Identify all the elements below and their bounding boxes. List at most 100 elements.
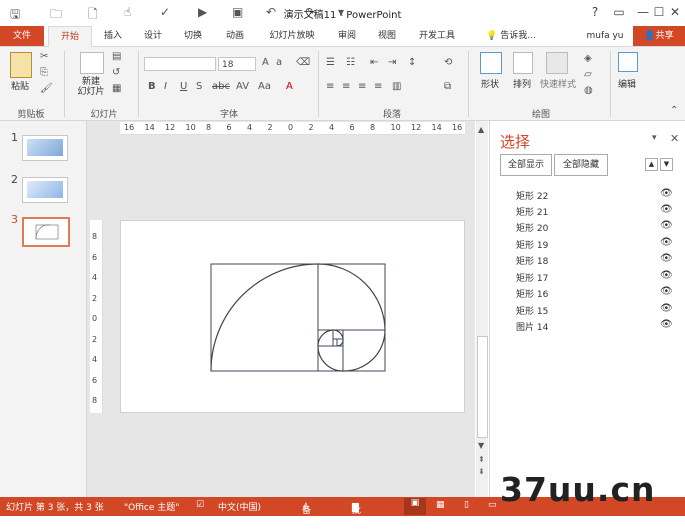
thumbnail-slide-3[interactable]	[22, 217, 70, 247]
visibility-eye-icon[interactable]: 👁	[660, 188, 673, 199]
change-case-button[interactable]: Aa	[258, 81, 271, 92]
italic-button[interactable]: I	[164, 81, 167, 92]
grow-font-icon[interactable]: A	[262, 57, 269, 68]
list-item[interactable]: 矩形 19 👁	[490, 236, 685, 252]
next-slide-icon[interactable]: ⇟	[478, 467, 485, 476]
tab-developer[interactable]: 开发工具	[414, 26, 460, 46]
user-account[interactable]: mufa yu	[580, 26, 630, 46]
quick-styles-button[interactable]: 快速样式	[536, 77, 580, 90]
bring-forward-icon[interactable]: ▲	[645, 158, 658, 171]
list-item[interactable]: 矩形 18 👁	[490, 252, 685, 268]
justify-icon[interactable]: ≡	[374, 81, 382, 92]
font-size-combo[interactable]: 18	[218, 57, 256, 71]
list-item[interactable]: 矩形 17 👁	[490, 269, 685, 285]
tab-review[interactable]: 审阅	[332, 26, 362, 46]
reset-icon[interactable]: ↺	[112, 67, 120, 78]
visibility-eye-icon[interactable]: 👁	[660, 220, 673, 231]
shape-effects-icon[interactable]: ◍	[584, 85, 593, 96]
hide-all-button[interactable]: 全部隐藏	[554, 154, 608, 176]
numbering-icon[interactable]: ☷	[346, 57, 355, 68]
pane-options-icon[interactable]: ▾	[652, 133, 657, 143]
rect-outer[interactable]	[210, 263, 386, 372]
format-painter-icon[interactable]: 🖌	[40, 83, 53, 94]
tab-transitions[interactable]: 切换	[178, 26, 208, 46]
shrink-font-icon[interactable]: a	[276, 57, 282, 68]
list-item[interactable]: 矩形 22 👁	[490, 187, 685, 203]
tab-home[interactable]: 开始	[48, 26, 92, 47]
find-icon[interactable]	[618, 52, 638, 72]
prev-slide-icon[interactable]: ⇞	[478, 455, 485, 464]
tab-file[interactable]: 文件	[0, 26, 44, 46]
shape-outline-icon[interactable]: ▱	[584, 69, 592, 80]
slideshow-view-icon[interactable]: ▭	[488, 500, 497, 510]
share-button[interactable]: 👤共享	[633, 26, 685, 46]
shape-fill-icon[interactable]: ◈	[584, 53, 592, 64]
language-status[interactable]: 中文(中国)	[218, 500, 261, 513]
normal-view-icon[interactable]: ▣	[404, 498, 426, 515]
scroll-down-icon[interactable]: ▼	[478, 441, 484, 450]
columns-icon[interactable]: ▥	[392, 81, 401, 92]
layout-icon[interactable]: ▤	[112, 51, 121, 62]
cut-icon[interactable]: ✂	[40, 51, 48, 62]
underline-button[interactable]: U	[180, 81, 187, 92]
clear-format-icon[interactable]: ⌫	[296, 57, 310, 68]
visibility-eye-icon[interactable]: 👁	[660, 319, 673, 330]
send-backward-icon[interactable]: ▼	[660, 158, 673, 171]
editing-button[interactable]: 编辑	[612, 77, 642, 90]
shapes-icon[interactable]	[480, 52, 502, 74]
align-left-icon[interactable]: ≡	[326, 81, 334, 92]
list-item[interactable]: 矩形 20 👁	[490, 219, 685, 235]
section-icon[interactable]: ▦	[112, 83, 121, 94]
slide[interactable]	[120, 220, 465, 413]
tab-insert[interactable]: 插入	[98, 26, 128, 46]
show-all-button[interactable]: 全部显示	[500, 154, 552, 176]
slide-sorter-icon[interactable]: ▦	[436, 500, 445, 510]
scroll-up-icon[interactable]: ▲	[478, 125, 484, 134]
arrange-button[interactable]: 排列	[508, 77, 536, 90]
char-spacing-button[interactable]: AV	[236, 81, 249, 92]
vertical-scrollbar[interactable]: ▲ ▼ ⇞ ⇟	[476, 121, 488, 497]
list-item[interactable]: 矩形 21 👁	[490, 203, 685, 219]
tab-slideshow[interactable]: 幻灯片放映	[262, 26, 322, 46]
shapes-button[interactable]: 形状	[474, 77, 506, 90]
align-center-icon[interactable]: ≡	[342, 81, 350, 92]
bullets-icon[interactable]: ☰	[326, 57, 335, 68]
align-right-icon[interactable]: ≡	[358, 81, 366, 92]
scroll-thumb[interactable]	[477, 336, 488, 438]
increase-indent-icon[interactable]: ⇥	[388, 57, 396, 68]
strikethrough-button[interactable]: abc	[212, 81, 230, 92]
thumbnail-slide-1[interactable]	[22, 135, 68, 161]
font-color-button[interactable]: A	[286, 81, 293, 92]
tell-me-box[interactable]: 💡 告诉我...	[478, 26, 544, 46]
line-spacing-icon[interactable]: ↕	[408, 57, 416, 68]
list-item[interactable]: 矩形 16 👁	[490, 285, 685, 301]
thumbnail-slide-2[interactable]	[22, 177, 68, 203]
list-item[interactable]: 矩形 15 👁	[490, 302, 685, 318]
collapse-ribbon-icon[interactable]: ⌃	[670, 105, 678, 116]
pane-close-icon[interactable]: ✕	[670, 132, 679, 145]
smartart-icon[interactable]: ⧉	[444, 81, 451, 92]
quick-styles-icon[interactable]	[546, 52, 568, 74]
visibility-eye-icon[interactable]: 👁	[660, 270, 673, 281]
golden-spiral-diagram[interactable]	[121, 221, 466, 414]
copy-icon[interactable]: ⎘	[40, 67, 48, 78]
bold-button[interactable]: B	[148, 81, 156, 92]
reading-view-icon[interactable]: ▯	[464, 500, 469, 510]
tab-view[interactable]: 视图	[372, 26, 402, 46]
shadow-button[interactable]: S	[196, 81, 202, 92]
visibility-eye-icon[interactable]: 👁	[660, 303, 673, 314]
visibility-eye-icon[interactable]: 👁	[660, 286, 673, 297]
arrange-icon[interactable]	[513, 52, 533, 74]
tab-animations[interactable]: 动画	[220, 26, 250, 46]
ribbon-display-icon[interactable]: ▭	[607, 3, 631, 21]
text-direction-icon[interactable]: ⟲	[444, 57, 452, 68]
tab-design[interactable]: 设计	[138, 26, 168, 46]
paste-button[interactable]: 粘贴	[4, 79, 36, 92]
paste-icon[interactable]	[10, 52, 32, 78]
help-button[interactable]: ?	[583, 3, 607, 21]
new-slide-icon[interactable]	[80, 52, 104, 74]
visibility-eye-icon[interactable]: 👁	[660, 204, 673, 215]
close-icon[interactable]: ✕	[663, 3, 685, 21]
font-name-combo[interactable]	[144, 57, 216, 71]
decrease-indent-icon[interactable]: ⇤	[370, 57, 378, 68]
